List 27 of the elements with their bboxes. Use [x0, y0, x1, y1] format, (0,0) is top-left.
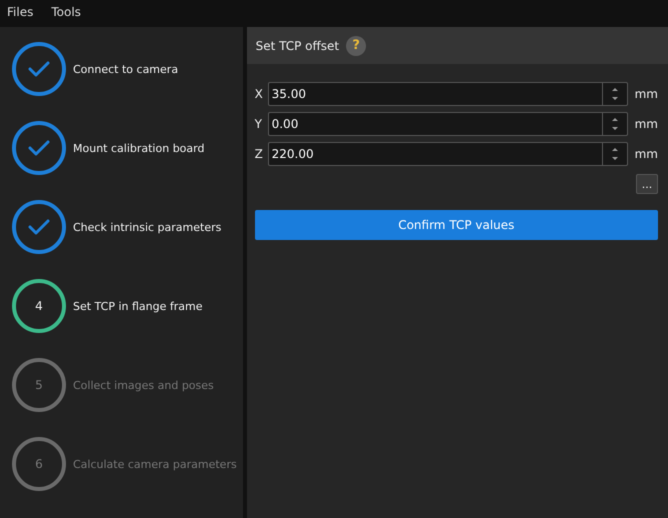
step-label[interactable]: Calculate camera parameters — [73, 458, 237, 470]
step-number: 5 — [12, 358, 66, 412]
number-field[interactable]: 0.00 — [268, 112, 628, 136]
help-button[interactable]: ? — [346, 36, 366, 56]
checkmark-icon — [12, 200, 66, 254]
step-label[interactable]: Collect images and poses — [73, 378, 214, 392]
step-number: 4 — [12, 279, 66, 333]
checkmark-icon — [12, 121, 66, 175]
unit-label: mm — [634, 117, 658, 131]
panel-title: Set TCP offset — [256, 38, 340, 52]
field-label: X — [254, 87, 264, 101]
step-number: 6 — [12, 437, 66, 491]
more-button[interactable]: ... — [636, 174, 658, 194]
step-label[interactable]: Connect to camera — [73, 62, 178, 76]
field-label: Z — [254, 147, 264, 161]
unit-label: mm — [634, 147, 658, 161]
menu-item[interactable]: Files — [7, 5, 34, 19]
number-field[interactable]: 35.00 — [268, 82, 628, 106]
step-label[interactable]: Check intrinsic parameters — [73, 220, 222, 234]
checkmark-icon — [12, 42, 66, 96]
unit-label: mm — [634, 87, 658, 101]
number-field[interactable]: 220.00 — [268, 142, 628, 166]
menu-item[interactable]: Tools — [51, 5, 81, 19]
step-label[interactable]: Set TCP in flange frame — [73, 300, 202, 312]
step-label[interactable]: Mount calibration board — [73, 142, 204, 154]
field-label: Y — [254, 117, 263, 131]
confirm-button[interactable]: Confirm TCP values — [254, 210, 658, 240]
